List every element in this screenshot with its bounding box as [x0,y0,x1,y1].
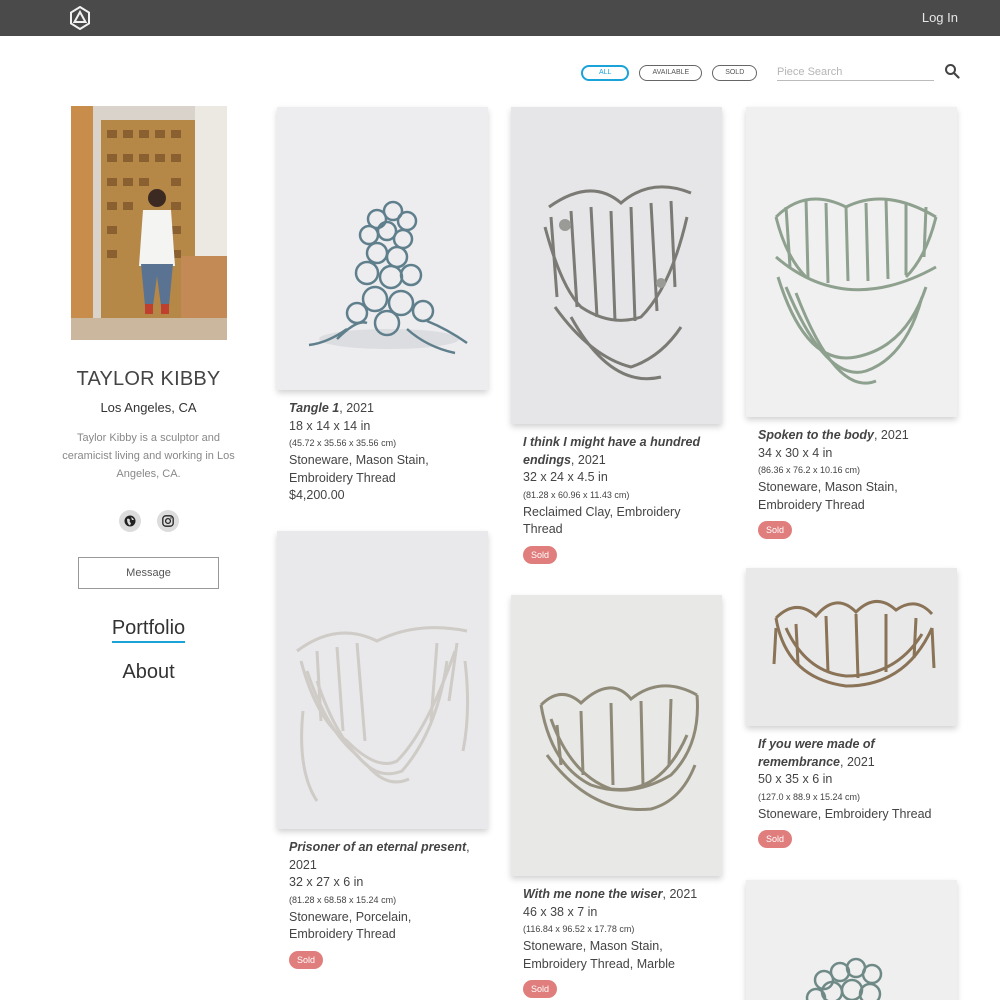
top-bar: Log In [0,0,1000,36]
artwork-card[interactable]: I think I might have a hundred endings, … [511,107,722,564]
artwork-title[interactable]: Prisoner of an eternal present [289,840,466,854]
artwork-dimensions-in: 46 x 38 x 7 in [523,904,598,919]
artwork-image[interactable] [277,531,488,829]
artwork-details: Tangle 1, 2021 18 x 14 x 14 in (45.72 x … [277,390,488,505]
artwork-card[interactable]: If you were made of remembrance, 2021 50… [746,568,957,848]
artwork-dimensions-cm: (127.0 x 88.9 x 15.24 cm) [758,791,861,802]
login-link[interactable]: Log In [922,10,958,25]
artwork-details: Prisoner of an eternal present, 2021 32 … [277,829,488,969]
artist-bio: Taylor Kibby is a sculptor and ceramicis… [62,432,235,480]
instagram-icon [161,515,174,527]
artwork-image[interactable] [746,568,957,726]
artwork-dimensions-in: 32 x 24 x 4.5 in [523,470,608,484]
artwork-dimensions-in: 34 x 30 x 4 in [758,445,833,460]
artwork-materials: Stoneware, Mason Stain, Embroidery Threa… [523,939,675,971]
sold-badge: Sold [523,980,558,998]
artwork-image[interactable] [511,107,722,424]
filter-available-button[interactable]: AVAILABLE [639,65,703,81]
artwork-year: , 2021 [840,754,875,769]
artwork-details: If you were made of remembrance, 2021 50… [746,726,957,848]
artist-photo [70,106,227,340]
artwork-title[interactable]: Spoken to the body [758,428,874,442]
artist-name: TAYLOR KIBBY [76,368,221,390]
artwork-title[interactable]: With me none the wiser [523,887,663,901]
artwork-materials: Stoneware, Mason Stain, Embroidery Threa… [758,480,898,512]
artwork-card[interactable]: Tangle 1, 2021 18 x 14 x 14 in (45.72 x … [277,107,488,505]
piece-search-input[interactable] [777,63,934,81]
sold-badge: Sold [523,545,558,564]
instagram-link[interactable] [156,510,179,532]
artwork-dimensions-cm: (81.28 x 68.58 x 15.24 cm) [289,894,397,905]
filter-all-button[interactable]: ALL [581,65,630,81]
artwork-dimensions-cm: (45.72 x 35.56 x 35.56 cm) [289,438,397,448]
artwork-year: , 2021 [570,452,606,467]
artwork-image[interactable] [277,107,488,390]
artwork-dimensions-cm: (116.84 x 96.52 x 17.78 cm) [523,924,635,934]
artwork-materials: Stoneware, Porcelain, Embroidery Thread [289,909,412,942]
nav-about-link[interactable]: About [58,661,239,684]
artwork-dimensions-in: 32 x 27 x 6 in [289,875,364,889]
social-links [58,510,239,532]
artwork-dimensions-cm: (86.36 x 76.2 x 10.16 cm) [758,465,861,475]
globe-icon [124,515,135,527]
artist-sidebar: TAYLOR KIBBY Los Angeles, CA Taylor Kibb… [58,106,239,684]
artwork-dimensions-cm: (81.28 x 60.96 x 11.43 cm) [523,489,630,500]
artwork-details: Spoken to the body, 2021 34 x 30 x 4 in … [746,417,957,539]
artwork-card[interactable] [746,880,957,1000]
filter-sold-button[interactable]: SOLD [712,65,758,81]
artwork-title[interactable]: I think I might have a hundred endings [523,435,700,467]
artist-location: Los Angeles, CA [100,400,197,415]
nav-portfolio-link[interactable]: Portfolio [111,617,186,643]
artwork-materials: Stoneware, Mason Stain, Embroidery Threa… [289,453,429,485]
artwork-details: With me none the wiser, 2021 46 x 38 x 7… [511,876,722,998]
artwork-dimensions-in: 50 x 35 x 6 in [758,772,833,786]
website-link[interactable] [118,510,141,532]
artwork-image[interactable] [746,880,957,1000]
artwork-image[interactable] [511,595,722,876]
artwork-materials: Reclaimed Clay, Embroidery Thread [523,504,681,537]
sold-badge: Sold [289,950,324,969]
message-button[interactable]: Message [78,557,219,589]
artwork-card[interactable]: With me none the wiser, 2021 46 x 38 x 7… [511,595,722,998]
artwork-year: , 2021 [662,887,698,901]
site-logo-icon[interactable] [68,6,92,30]
artwork-year: , 2021 [339,401,375,415]
artwork-price: $4,200.00 [289,488,345,502]
artwork-year: , 2021 [873,428,909,442]
search-icon[interactable] [944,63,960,79]
artwork-materials: Stoneware, Embroidery Thread [758,806,932,821]
artwork-card[interactable]: Spoken to the body, 2021 34 x 30 x 4 in … [746,107,957,539]
artwork-dimensions-in: 18 x 14 x 14 in [289,418,371,433]
artwork-card[interactable]: Prisoner of an eternal present, 2021 32 … [277,531,488,969]
sold-badge: Sold [758,521,793,539]
artwork-image[interactable] [746,107,957,417]
status-filter-group: ALL AVAILABLE SOLD [581,65,758,81]
sold-badge: Sold [758,830,793,848]
artwork-title[interactable]: Tangle 1 [289,401,339,415]
artwork-details: I think I might have a hundred endings, … [511,424,722,564]
